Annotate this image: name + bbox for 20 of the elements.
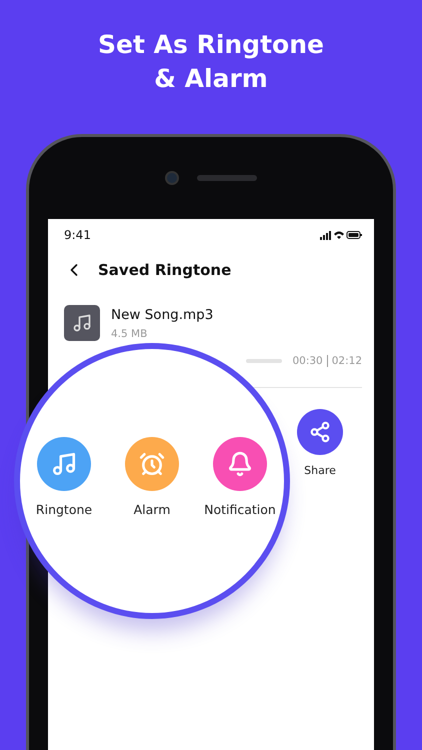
bell-icon [227, 451, 253, 477]
music-note-icon [72, 313, 92, 333]
elapsed-time: 00:30 [292, 355, 323, 367]
headline: & Alarm [154, 63, 268, 95]
action-button[interactable]: Notification [196, 437, 284, 613]
song-name: New Song.mp3 [111, 306, 214, 322]
share-icon [309, 421, 331, 443]
screen-title: Saved Ringtone [98, 261, 232, 279]
status-time: 9:41 [64, 228, 91, 242]
action-button[interactable]: Share [290, 409, 350, 477]
music-note-icon [51, 451, 77, 477]
action-button[interactable]: Alarm [108, 437, 196, 613]
action-button[interactable]: Ringtone [20, 437, 108, 613]
status-icons [320, 230, 362, 240]
duration: 02:12 [332, 355, 362, 367]
headline: Set As Ringtone [98, 29, 324, 61]
camera-icon [165, 171, 179, 185]
song-size: 4.5 MB [111, 328, 148, 340]
speaker-icon [197, 175, 257, 181]
alarm-clock-icon [139, 451, 165, 477]
